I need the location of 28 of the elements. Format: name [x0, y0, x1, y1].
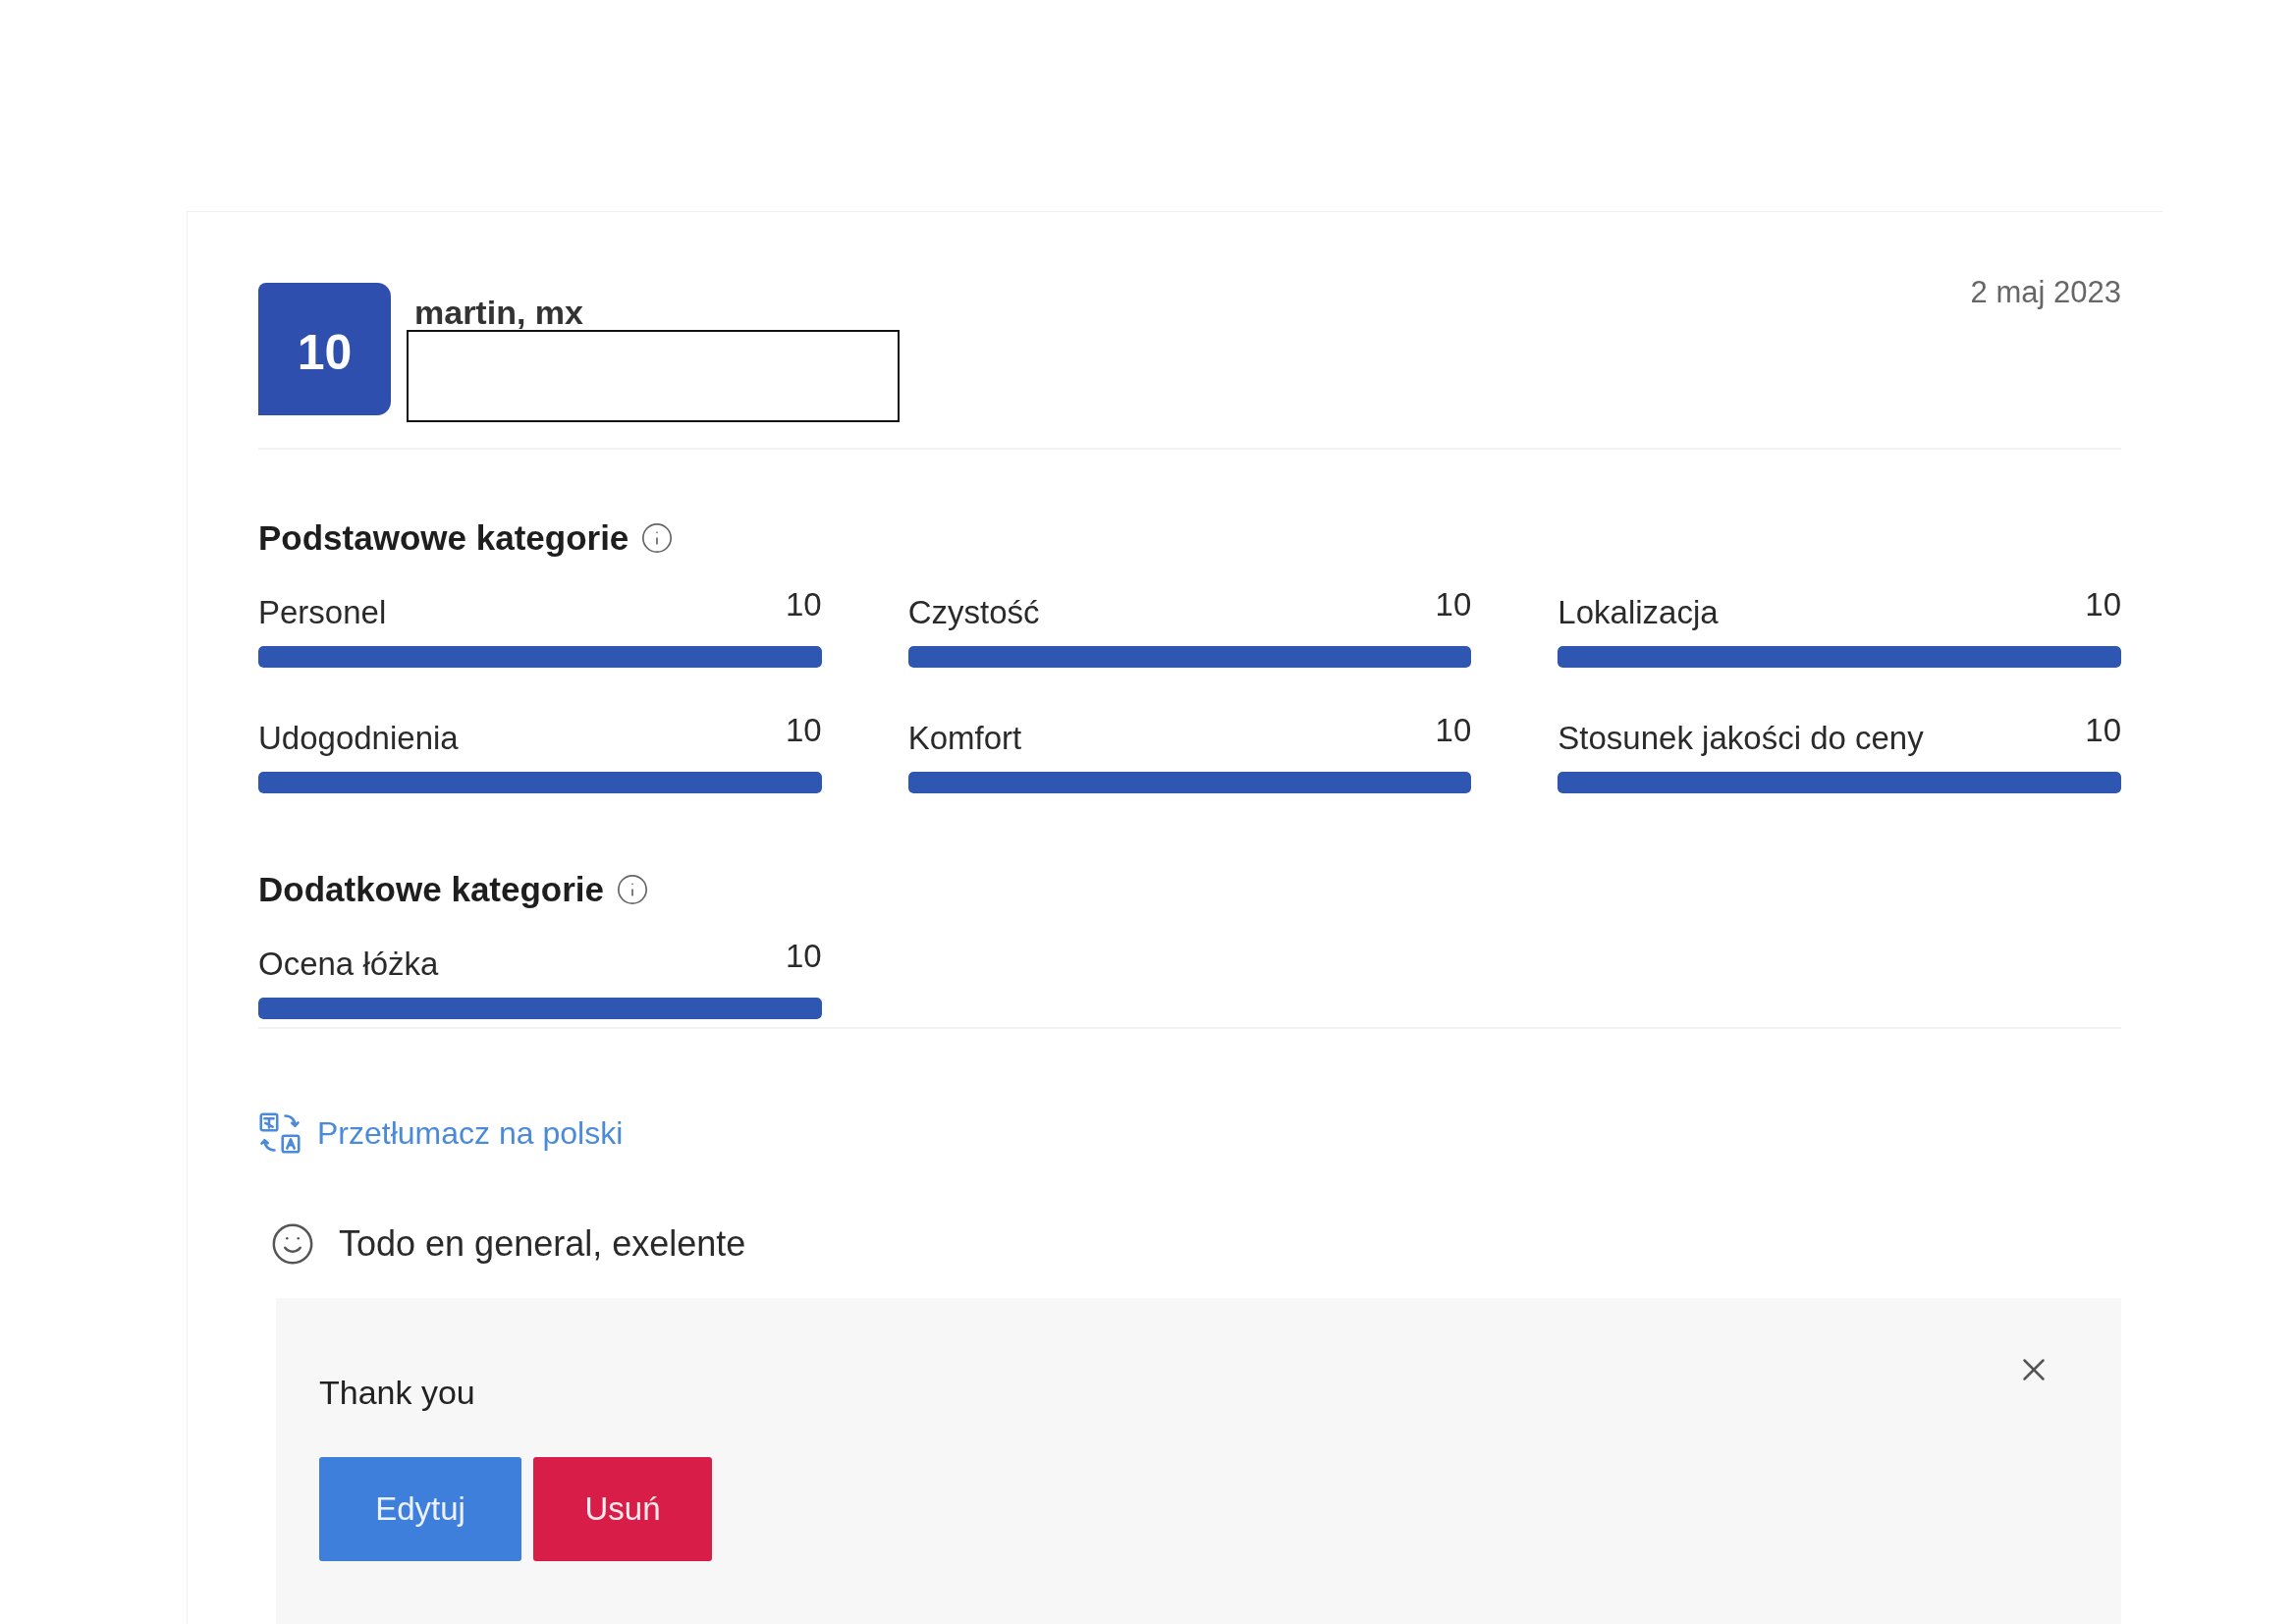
info-icon[interactable] [640, 521, 675, 555]
category-label: Komfort [907, 719, 1022, 758]
info-icon[interactable] [616, 873, 650, 906]
smiley-icon [270, 1221, 315, 1267]
section-title: Podstawowe kategorie [258, 518, 629, 558]
section-title: Dodatkowe kategorie [258, 870, 605, 909]
category-label: Stosunek jakości do ceny [1558, 719, 1924, 758]
comment-text: Todo en general, exelente [339, 1222, 746, 1266]
reviewer-name: martin, mx [413, 293, 584, 332]
category-label: Ocena łóżka [258, 945, 439, 984]
category-label: Udogodnienia [258, 719, 459, 758]
translate-icon [258, 1111, 301, 1155]
category-score: 10 [785, 585, 822, 624]
category-score: 10 [2085, 585, 2121, 624]
score-badge: 10 [258, 283, 391, 415]
reply-text: Thank you [319, 1373, 475, 1413]
translate-link[interactable]: Przetłumacz na polski [258, 1111, 624, 1155]
category-score: 10 [1435, 711, 1472, 750]
review-date: 2 maj 2023 [1970, 274, 2121, 311]
delete-button[interactable]: Usuń [533, 1457, 712, 1561]
category-label: Lokalizacja [1558, 593, 1719, 632]
category-score: 10 [785, 711, 822, 750]
category-label: Personel [258, 593, 387, 632]
category-score: 10 [785, 937, 822, 976]
category-label: Czystość [907, 593, 1040, 632]
edit-button[interactable]: Edytuj [319, 1457, 521, 1561]
category-score: 10 [2085, 711, 2121, 750]
category-score: 10 [1435, 585, 1472, 624]
